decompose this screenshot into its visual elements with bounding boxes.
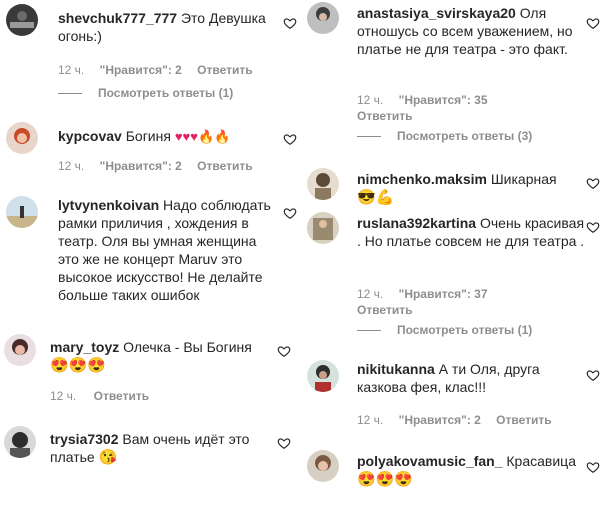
heart-like-icon[interactable] [277,344,291,358]
view-replies-button[interactable]: Посмотреть ответы (1) [357,322,532,338]
comment-username[interactable]: anastasiya_svirskaya20 [357,5,516,21]
comment-text: nimchenko.maksim Шикарная 😎💪 [357,170,585,207]
avatar[interactable] [307,168,339,200]
comment-emoji: 😎💪 [357,189,395,207]
replies-divider [357,330,381,332]
comments-column-left: shevchuk777_777 Это Девушка огонь:) 12 ч… [0,0,303,505]
comment-meta: 12 ч. "Нравится": 35 Ответить [357,92,577,124]
comment-meta: 12 ч. "Нравится": 37 Ответить [357,286,577,318]
view-replies-label: Посмотреть ответы (3) [397,129,533,143]
avatar[interactable] [307,212,339,244]
heart-like-icon[interactable] [283,206,297,220]
comment-time: 12 ч. [58,159,85,173]
reply-button[interactable]: Ответить [197,159,252,173]
comment-text: anastasiya_svirskaya20 Оля отношусь со в… [357,4,585,58]
comment-username[interactable]: mary_toyz [50,339,119,355]
heart-like-icon[interactable] [586,460,600,474]
comment-time: 12 ч. [357,287,384,301]
avatar[interactable] [4,334,36,366]
comment-text: lytvynenkoivan Надо соблюдать рамки прил… [58,196,280,304]
likes-count[interactable]: "Нравится": 2 [399,413,481,427]
likes-count[interactable]: "Нравится": 2 [100,63,182,77]
comment-emoji: 😍😍😍 [50,357,107,375]
reply-button[interactable]: Ответить [197,63,252,77]
comment-body: Богиня [125,128,171,144]
comment-text: mary_toyz Олечка - Вы Богиня 😍😍😍 [50,338,280,375]
avatar[interactable] [6,196,38,228]
comment-username[interactable]: shevchuk777_777 [58,10,177,26]
reply-button[interactable]: Ответить [94,389,149,403]
comment-meta: 12 ч. "Нравится": 2 Ответить [357,412,552,428]
comment-meta: 12 ч. "Нравится": 2 Ответить [58,158,253,174]
avatar[interactable] [307,2,339,34]
avatar[interactable] [307,360,339,392]
comment-username[interactable]: nimchenko.maksim [357,171,487,187]
heart-like-icon[interactable] [586,220,600,234]
reply-button[interactable]: Ответить [496,413,551,427]
comment-text: nikitukanna А ти Оля, друга казкова фея,… [357,360,585,396]
heart-like-icon[interactable] [586,368,600,382]
comment-body: Олечка - Вы Богиня [123,339,252,355]
comment-username[interactable]: nikitukanna [357,361,435,377]
comment-emoji: 😘 [98,449,118,467]
comment-body: Красавица [506,453,576,469]
comment-text: shevchuk777_777 Это Девушка огонь:) [58,9,273,45]
comment-time: 12 ч. [357,413,384,427]
comment-text: trysia7302 Вам очень идёт это платье 😘 [50,430,280,467]
comment-emoji: 😍😍😍 [357,471,414,489]
comments-column-right: anastasiya_svirskaya20 Оля отношусь со в… [303,0,606,505]
avatar[interactable] [307,450,339,482]
view-replies-button[interactable]: Посмотреть ответы (3) [357,128,532,144]
comment-username[interactable]: trysia7302 [50,431,119,447]
comment-emoji: ♥♥♥🔥🔥 [174,129,231,145]
avatar[interactable] [6,122,38,154]
heart-like-icon[interactable] [283,132,297,146]
comment-username[interactable]: polyakovamusic_fan_ [357,453,503,469]
comment-text: ruslana392kartina Очень красивая . Но пл… [357,214,585,250]
heart-like-icon[interactable] [283,16,297,30]
comment-time: 12 ч. [50,389,77,403]
heart-like-icon[interactable] [586,176,600,190]
comment-username[interactable]: lytvynenkoivan [58,197,159,213]
comment-time: 12 ч. [357,93,384,107]
comment-username[interactable]: kypcovav [58,128,122,144]
reply-button[interactable]: Ответить [357,303,412,317]
likes-count[interactable]: "Нравится": 2 [100,159,182,173]
heart-like-icon[interactable] [277,436,291,450]
comment-text: kypcovav Богиня ♥♥♥🔥🔥 [58,127,278,146]
likes-count[interactable]: "Нравится": 37 [399,287,488,301]
comment-body: Шикарная [490,171,557,187]
comment-username[interactable]: ruslana392kartina [357,215,476,231]
avatar[interactable] [6,4,38,36]
comment-meta: 12 ч. Ответить [50,388,149,404]
comment-time: 12 ч. [58,63,85,77]
replies-divider [357,136,381,138]
likes-count[interactable]: "Нравится": 35 [399,93,488,107]
view-replies-button[interactable]: Посмотреть ответы (1) [58,85,233,101]
comment-text: polyakovamusic_fan_ Красавица 😍😍😍 [357,452,585,489]
view-replies-label: Посмотреть ответы (1) [98,86,234,100]
reply-button[interactable]: Ответить [357,109,412,123]
comment-meta: 12 ч. "Нравится": 2 Ответить [58,62,253,78]
avatar[interactable] [4,426,36,458]
heart-like-icon[interactable] [586,16,600,30]
replies-divider [58,93,82,95]
view-replies-label: Посмотреть ответы (1) [397,323,533,337]
